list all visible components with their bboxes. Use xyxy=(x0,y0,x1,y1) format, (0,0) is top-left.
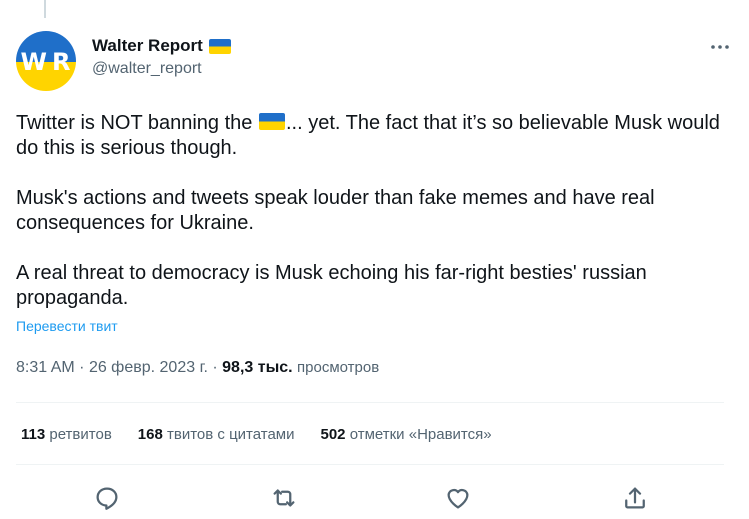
likes-stat[interactable]: 502 отметки «Нравится» xyxy=(321,426,492,443)
tweet-paragraph-1: Twitter is NOT banning the ... yet. The … xyxy=(16,112,720,159)
reply-icon xyxy=(96,487,118,510)
share-icon xyxy=(625,487,645,509)
handle[interactable]: @walter_report xyxy=(92,60,231,78)
tweet-stats: 113 ретвитов 168 твитов с цитатами 502 о… xyxy=(21,426,492,443)
quotes-stat[interactable]: 168 твитов с цитатами xyxy=(138,426,295,443)
meta-separator: · xyxy=(212,359,218,376)
avatar-initials: WR xyxy=(20,48,72,76)
ukraine-flag-icon xyxy=(208,38,231,54)
meta-separator: · xyxy=(79,359,85,376)
like-icon xyxy=(447,489,469,509)
views-count: 98,3 тыс. xyxy=(222,359,293,376)
tweet-paragraph-3: A real threat to democracy is Musk echoi… xyxy=(16,262,647,309)
author-names: Walter Report @walter_report xyxy=(92,35,231,78)
tweet-actions xyxy=(16,483,724,513)
more-options-button[interactable] xyxy=(708,37,732,57)
avatar[interactable]: WR xyxy=(16,31,76,91)
like-button[interactable] xyxy=(443,483,473,513)
tweet-paragraph-2: Musk's actions and tweets speak louder t… xyxy=(16,187,655,234)
translate-tweet-link[interactable]: Перевести твит xyxy=(16,318,118,334)
retweets-stat[interactable]: 113 ретвитов xyxy=(21,426,112,443)
display-name-row: Walter Report xyxy=(92,35,231,57)
divider xyxy=(16,402,724,403)
tweet-header: WR Walter Report @walter_report xyxy=(16,31,732,91)
more-icon xyxy=(711,45,729,49)
reply-button[interactable] xyxy=(92,483,122,513)
tweet-date[interactable]: 26 февр. 2023 г. xyxy=(89,359,208,376)
views-label: просмотров xyxy=(297,359,380,376)
retweet-icon xyxy=(273,489,295,507)
tweet-text: Twitter is NOT banning the ... yet. The … xyxy=(16,111,732,311)
retweet-button[interactable] xyxy=(269,483,299,513)
thread-connector-line xyxy=(44,0,46,18)
divider xyxy=(16,464,724,465)
ukraine-flag-emoji-icon xyxy=(258,113,285,131)
tweet-meta: 8:31 AM · 26 февр. 2023 г. · 98,3 тыс. п… xyxy=(16,359,379,377)
tweet-time[interactable]: 8:31 AM xyxy=(16,359,75,376)
display-name[interactable]: Walter Report xyxy=(92,36,203,56)
share-button[interactable] xyxy=(620,483,650,513)
